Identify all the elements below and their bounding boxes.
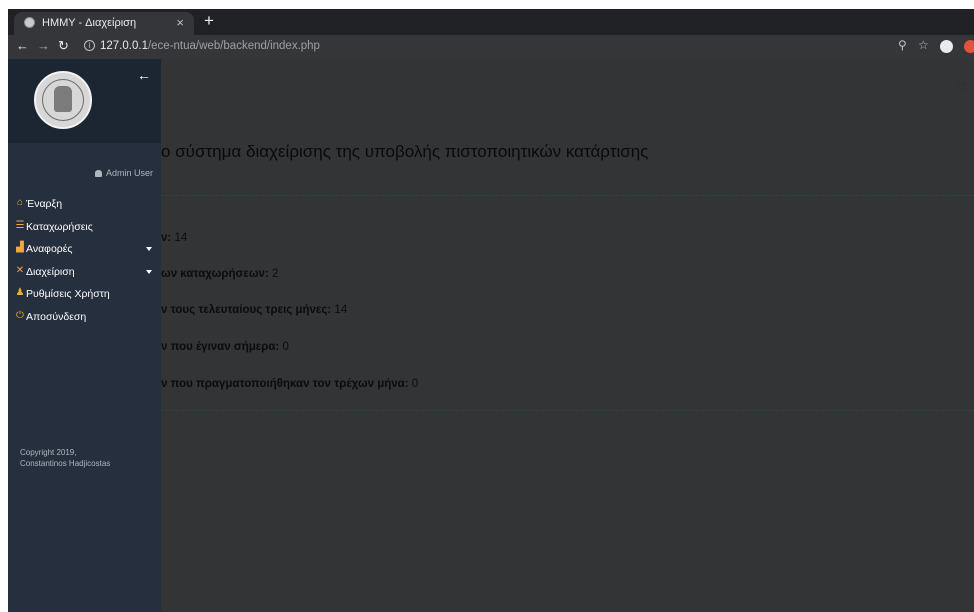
page-title: ο σύστημα διαχείρισης της υποβολής πιστο… [161, 142, 649, 161]
sidebar-menu: ⌂ Έναρξη ☰ Καταχωρήσεις ▟ Αναφορές ✕ Δια… [8, 194, 161, 329]
divider-top [161, 195, 974, 196]
university-logo [34, 71, 92, 129]
sidebar-header: ← [8, 59, 161, 143]
copyright-line-2: Constantinos Hadjicostas [20, 459, 111, 468]
list-icon: ☰ [15, 219, 25, 231]
stat-pending: ων καταχωρήσεων: 2 [161, 268, 279, 280]
forward-icon[interactable]: → [37, 38, 50, 53]
star-icon[interactable]: ☆ [918, 38, 929, 52]
profile-icon[interactable] [940, 40, 953, 53]
main-content: ⏻ ο σύστημα διαχείρισης της υποβολής πισ… [161, 59, 974, 612]
info-icon[interactable]: i [84, 40, 95, 51]
tab-title: HMMY - Διαχείριση [42, 17, 137, 29]
sidebar-item-logout[interactable]: ⏻ Αποσύνδεση [8, 307, 161, 330]
sidebar-item-label: Καταχωρήσεις [26, 220, 93, 233]
address-bar[interactable]: i 127.0.0.1/ece-ntua/web/backend/index.p… [78, 37, 898, 57]
sidebar-item-entries[interactable]: ☰ Καταχωρήσεις [8, 217, 161, 240]
admin-user[interactable]: Admin User [94, 168, 153, 178]
collapse-sidebar-icon[interactable]: ← [137, 67, 151, 83]
user-cog-icon: ♟ [15, 287, 25, 298]
sidebar-item-label: Αναφορές [26, 243, 73, 255]
sidebar-item-label: Αποσύνδεση [26, 310, 87, 323]
logout-power-icon[interactable]: ⏻ [957, 81, 966, 94]
sidebar-item-label: Διαχείριση [26, 265, 75, 278]
browser-window: HMMY - Διαχείριση × + ← → ↻ i 127.0.0.1/… [8, 9, 974, 612]
new-tab-button[interactable]: + [204, 12, 214, 30]
chevron-down-icon [146, 247, 152, 251]
sidebar-item-management[interactable]: ✕ Διαχείριση [8, 262, 161, 285]
browser-toolbar: ← → ↻ i 127.0.0.1/ece-ntua/web/backend/i… [8, 35, 974, 59]
divider-bottom [161, 410, 974, 411]
stat-total: ν: 14 [161, 232, 188, 244]
sidebar: ← Admin User ⌂ Έναρξη ☰ Καταχωρήσεις ▟ Α… [8, 59, 161, 612]
zoom-icon[interactable]: ⚲ [898, 38, 907, 52]
tab-strip: HMMY - Διαχείριση × + [8, 9, 974, 35]
tools-icon: ✕ [15, 264, 25, 276]
logo-figure [54, 86, 72, 112]
sidebar-item-label: Ρυθμίσεις Χρήστη [26, 288, 110, 300]
user-icon [94, 170, 102, 178]
favicon-icon [24, 17, 35, 28]
back-icon[interactable]: ← [16, 38, 29, 53]
copyright-line-1: Copyright 2019, [20, 448, 77, 457]
reload-icon[interactable]: ↻ [58, 38, 69, 54]
home-icon: ⌂ [16, 197, 24, 208]
url-text: 127.0.0.1/ece-ntua/web/backend/index.php [100, 40, 320, 52]
user-name: Admin User [105, 168, 153, 178]
chevron-down-icon [146, 269, 152, 274]
chart-icon: ▟ [16, 242, 24, 253]
power-icon: ⏻ [16, 309, 24, 321]
stat-current-month: ν που πραγματοποιήθηκαν τον τρέχων μήνα:… [161, 378, 419, 390]
browser-tab[interactable]: HMMY - Διαχείριση × [14, 12, 194, 35]
sidebar-item-user-settings[interactable]: ♟ Ρυθμίσεις Χρήστη [8, 284, 161, 307]
stat-last-three-months: ν τους τελευταίους τρεις μήνες: 14 [161, 304, 348, 316]
sidebar-item-reports[interactable]: ▟ Αναφορές [8, 239, 161, 262]
sidebar-item-label: Έναρξη [26, 198, 63, 210]
copyright: Copyright 2019, Constantinos Hadjicostas [20, 447, 110, 469]
extension-icon[interactable] [964, 40, 974, 53]
sidebar-item-home[interactable]: ⌂ Έναρξη [8, 194, 161, 217]
stat-today: ν που έγιναν σήμερα: 0 [161, 341, 289, 353]
tab-close-icon[interactable]: × [176, 15, 184, 30]
